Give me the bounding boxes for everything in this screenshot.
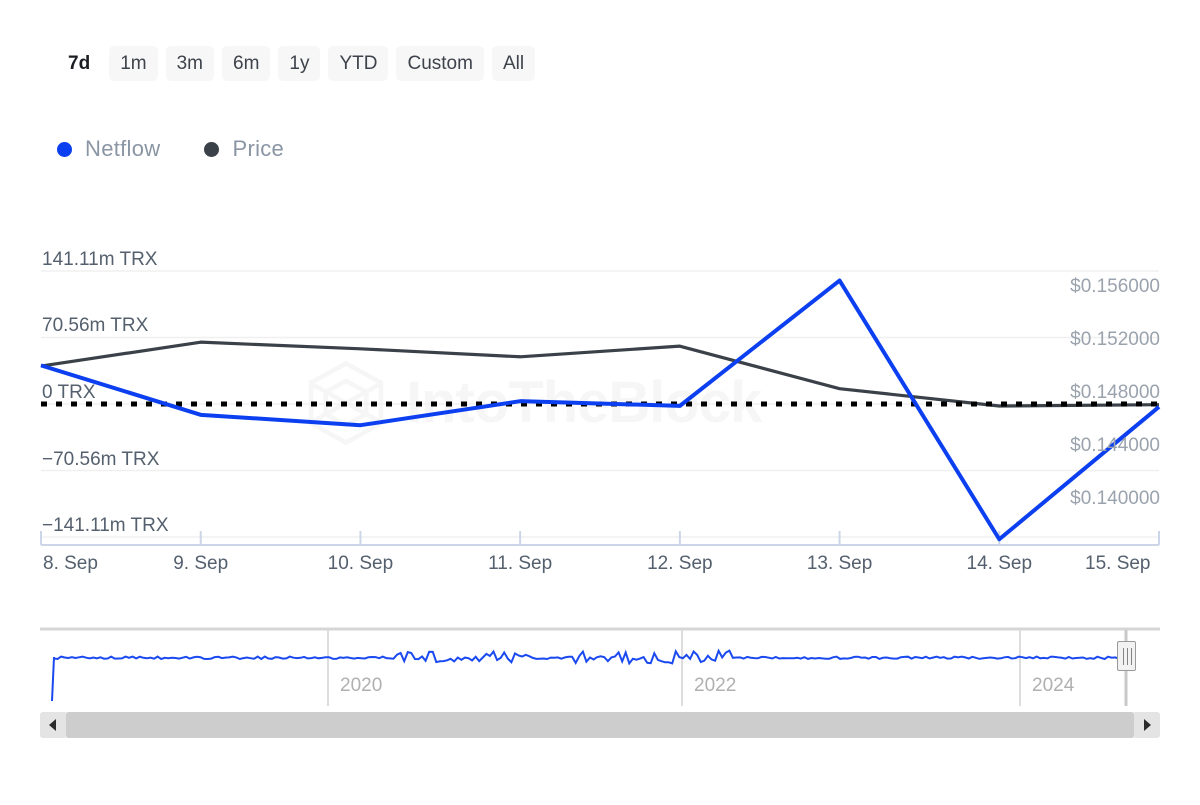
range-button-all[interactable]: All [491,46,536,81]
y-axis-left-label: 141.11m TRX [42,249,158,270]
watermark: IntoTheBlock [300,355,900,450]
x-axis-label: 10. Sep [327,553,394,574]
netflow-series-line [40,278,1161,542]
range-button-1y[interactable]: 1y [278,46,321,81]
y-axis-left-label: 70.56m TRX [42,315,149,337]
scroll-right-arrow[interactable] [1134,712,1160,738]
navigator-right-handle[interactable] [1117,641,1136,671]
x-axis-label: 14. Sep [966,553,1033,574]
legend-label: Price [232,136,285,161]
navigator-year-label: 2020 [340,675,383,696]
y-axis-right-label: $0.144000 [1070,435,1160,457]
legend-label: Netflow [85,136,161,161]
range-button-custom[interactable]: Custom [396,46,484,81]
scroll-left-arrow[interactable] [40,712,66,738]
intotheblock-hexagon-logo [308,360,384,445]
range-button-3m[interactable]: 3m [165,46,214,81]
x-axis-label: 8. Sep [43,553,98,574]
watermark-text: IntoTheBlock [406,369,762,435]
navigator-year-label: 2024 [1032,675,1075,696]
range-button-7d[interactable]: 7d [57,46,102,81]
navigator-series-preview [40,627,1160,706]
y-axis-right-label: $0.140000 [1070,488,1160,510]
y-axis-right-label: $0.156000 [1070,275,1160,297]
y-axis-right-label: $0.148000 [1070,382,1160,403]
x-axis-label: 12. Sep [647,553,713,574]
range-button-ytd[interactable]: YTD [328,46,389,81]
legend-item-netflow[interactable]: Netflow [57,136,160,162]
range-button-1m[interactable]: 1m [109,46,158,81]
navigator-sparkline [51,648,1123,702]
y-axis-left-label: −70.56m TRX [42,448,160,470]
chart-scrollbar[interactable] [40,712,1160,738]
series-dot-icon [204,141,220,157]
x-axis-label: 11. Sep [488,553,553,574]
x-axis-label: 9. Sep [173,553,229,574]
x-axis-label: 13. Sep [806,553,873,574]
range-button-6m[interactable]: 6m [222,46,271,81]
price-series-line [40,340,1160,408]
range-selector: 7d 1m 3m 6m 1y YTD Custom All [57,46,536,81]
series-dot-icon [57,141,72,157]
chart-navigator[interactable]: 2020 2022 2024 [40,623,1160,706]
chart-legend: Netflow Price [57,136,284,162]
legend-item-price[interactable]: Price [204,136,284,162]
scrollbar-thumb[interactable] [66,712,1134,738]
y-axis-left-label: 0 TRX [42,382,96,403]
navigator-year-label: 2022 [694,675,737,696]
x-axis-label: 15. Sep [1085,553,1151,574]
y-axis-left-label: −141.11m TRX [42,515,169,536]
y-axis-right-label: $0.152000 [1070,328,1160,350]
